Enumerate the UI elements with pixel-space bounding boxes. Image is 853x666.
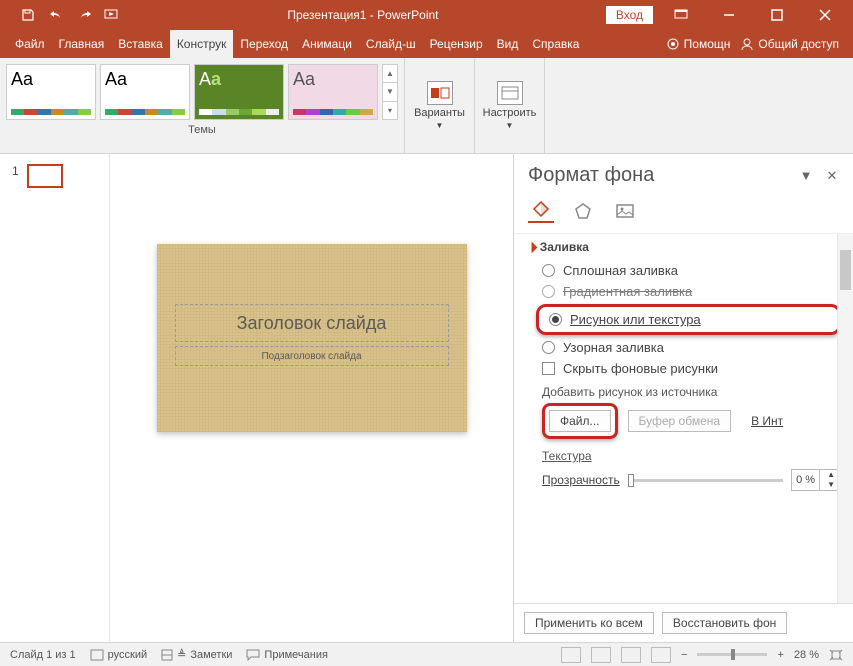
tab-help[interactable]: Справка — [525, 30, 586, 58]
themes-scroll[interactable]: ▲▼▾ — [382, 64, 398, 120]
apply-all-button[interactable]: Применить ко всем — [524, 612, 654, 634]
redo-icon[interactable] — [76, 7, 92, 23]
zoom-out-icon[interactable]: − — [681, 649, 687, 661]
window-title: Презентация1 - PowerPoint — [120, 8, 606, 22]
zoom-in-icon[interactable]: + — [777, 649, 783, 661]
transparency-label: Прозрачность — [542, 473, 620, 487]
slide-count[interactable]: Слайд 1 из 1 — [10, 649, 76, 661]
close-icon[interactable] — [805, 0, 845, 30]
slide[interactable]: Заголовок слайда Подзаголовок слайда — [157, 244, 467, 432]
minimize-icon[interactable] — [709, 0, 749, 30]
tab-insert[interactable]: Вставка — [111, 30, 170, 58]
pattern-fill-option[interactable]: Узорная заливка — [528, 337, 851, 358]
group-label-themes: Темы — [6, 124, 398, 136]
highlight-file-button: Файл... — [542, 403, 618, 439]
highlight-picture-option: Рисунок или текстура — [536, 304, 841, 335]
variants-button[interactable]: Варианты▼ — [405, 58, 475, 153]
save-icon[interactable] — [20, 7, 36, 23]
maximize-icon[interactable] — [757, 0, 797, 30]
tab-design[interactable]: Конструк — [170, 30, 234, 58]
format-background-pane: Формат фона ▼ ✕ Заливка Сплошная заливка… — [513, 154, 853, 642]
hide-bg-option[interactable]: Скрыть фоновые рисунки — [528, 358, 851, 379]
zoom-value[interactable]: 28 % — [794, 649, 819, 661]
customize-icon — [497, 81, 523, 105]
theme-thumb[interactable]: Aa — [194, 64, 284, 120]
slide-thumbnails: 1 — [0, 154, 110, 642]
notes-button[interactable]: ≜ Заметки — [161, 648, 232, 661]
pane-close-icon[interactable]: ✕ — [823, 168, 841, 184]
fill-tab-icon[interactable] — [528, 199, 554, 223]
themes-group: Aa Aa Aa Aa ▲▼▾ Темы — [0, 58, 405, 153]
pane-scrollbar[interactable] — [837, 234, 853, 603]
file-button[interactable]: Файл... — [549, 410, 611, 432]
solid-fill-option[interactable]: Сплошная заливка — [528, 260, 851, 281]
slideshow-view-icon[interactable] — [651, 647, 671, 663]
thumbnail-row[interactable]: 1 — [12, 164, 109, 188]
gradient-fill-option[interactable]: Градиентная заливка — [528, 281, 851, 302]
reset-bg-button[interactable]: Восстановить фон — [662, 612, 787, 634]
share-button[interactable]: Общий доступ — [740, 37, 839, 51]
reading-view-icon[interactable] — [621, 647, 641, 663]
language-status[interactable]: русский — [90, 649, 147, 661]
thumb-index: 1 — [12, 164, 19, 178]
theme-thumb[interactable]: Aa — [6, 64, 96, 120]
effects-tab-icon[interactable] — [570, 199, 596, 223]
title-placeholder[interactable]: Заголовок слайда — [175, 304, 449, 342]
login-button[interactable]: Вход — [606, 6, 653, 24]
slide-thumb-1[interactable] — [27, 164, 63, 188]
texture-label[interactable]: Текстура — [528, 445, 851, 465]
transparency-spinner[interactable]: 0 %▲▼ — [791, 469, 843, 491]
transparency-slider[interactable] — [628, 479, 783, 482]
ribbon-tabs: Файл Главная Вставка Конструк Переход Ан… — [0, 30, 853, 58]
sorter-view-icon[interactable] — [591, 647, 611, 663]
tab-slideshow[interactable]: Слайд-ш — [359, 30, 423, 58]
ribbon: Aa Aa Aa Aa ▲▼▾ Темы Варианты▼ Настроить… — [0, 58, 853, 154]
tab-file[interactable]: Файл — [8, 30, 52, 58]
subtitle-placeholder[interactable]: Подзаголовок слайда — [175, 346, 449, 366]
slide-canvas: Заголовок слайда Подзаголовок слайда — [110, 154, 513, 642]
online-button[interactable]: В Инт — [741, 411, 793, 431]
theme-thumb[interactable]: Aa — [100, 64, 190, 120]
pane-title: Формат фона — [528, 164, 789, 187]
customize-button[interactable]: Настроить▼ — [475, 58, 545, 153]
tab-review[interactable]: Рецензир — [423, 30, 490, 58]
tab-animations[interactable]: Анимаци — [295, 30, 359, 58]
zoom-slider[interactable] — [697, 653, 767, 656]
assistant-button[interactable]: Помощн — [666, 37, 731, 51]
theme-thumb[interactable]: Aa — [288, 64, 378, 120]
undo-icon[interactable] — [48, 7, 64, 23]
start-show-icon[interactable] — [104, 7, 120, 23]
comments-button[interactable]: Примечания — [246, 649, 328, 661]
pane-menu-icon[interactable]: ▼ — [797, 168, 815, 183]
picture-fill-option[interactable]: Рисунок или текстура — [543, 309, 834, 330]
variants-icon — [427, 81, 453, 105]
insert-from-label: Добавить рисунок из источника — [528, 379, 851, 401]
ribbon-options-icon[interactable] — [661, 0, 701, 30]
tab-transitions[interactable]: Переход — [233, 30, 295, 58]
picture-tab-icon[interactable] — [612, 199, 638, 223]
clipboard-button: Буфер обмена — [628, 410, 732, 432]
main-area: 1 Заголовок слайда Подзаголовок слайда Ф… — [0, 154, 853, 642]
fill-section-header[interactable]: Заливка — [528, 240, 851, 254]
status-bar: Слайд 1 из 1 русский ≜ Заметки Примечани… — [0, 642, 853, 666]
normal-view-icon[interactable] — [561, 647, 581, 663]
fit-window-icon[interactable] — [829, 649, 843, 661]
quick-access-toolbar — [0, 7, 120, 23]
title-bar: Презентация1 - PowerPoint Вход — [0, 0, 853, 30]
tab-home[interactable]: Главная — [52, 30, 112, 58]
window-actions: Вход — [606, 0, 853, 30]
tab-view[interactable]: Вид — [490, 30, 526, 58]
transparency-row: Прозрачность 0 %▲▼ — [528, 465, 851, 491]
